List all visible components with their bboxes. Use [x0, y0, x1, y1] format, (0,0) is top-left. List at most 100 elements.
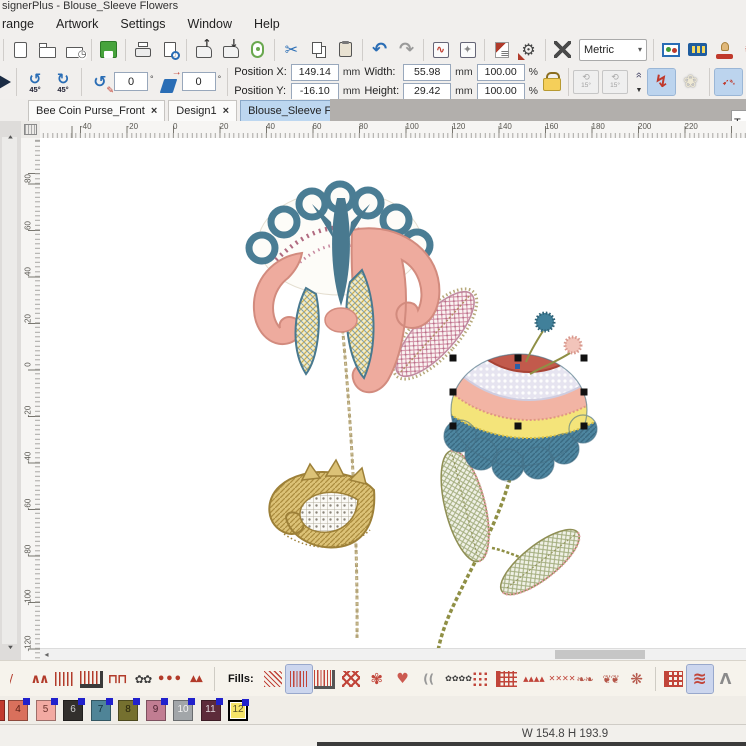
btn-tools-icon[interactable] — [549, 37, 576, 63]
rotate-ccw-15-button[interactable]: 15° — [573, 70, 599, 94]
btn-design-properties-icon[interactable] — [515, 37, 542, 63]
btn-fill-arc-icon[interactable] — [416, 665, 442, 693]
btn-redo-icon[interactable] — [393, 37, 420, 63]
btn-needle-tool-icon[interactable] — [713, 665, 739, 693]
btn-fill-cross-icon[interactable] — [546, 665, 572, 693]
btn-triangle-outline-icon[interactable] — [183, 665, 209, 693]
btn-fill-triangle-icon[interactable] — [520, 665, 546, 693]
btn-fill-scroll-icon[interactable] — [598, 665, 624, 693]
btn-blanket-outline-icon[interactable] — [104, 665, 130, 693]
zigzag-stitch-button[interactable] — [648, 69, 675, 95]
btn-print-icon[interactable] — [129, 37, 156, 63]
rotate-cw-45-button[interactable]: 45° — [49, 68, 77, 96]
btn-fill-rosette-icon[interactable] — [364, 665, 390, 693]
btn-fill-grid-icon[interactable] — [494, 665, 520, 693]
chevron-up-icon[interactable] — [636, 69, 642, 81]
design-canvas[interactable] — [40, 138, 746, 648]
thread-swatch-4[interactable]: 4 — [8, 700, 28, 721]
lock-proportions-icon[interactable] — [542, 71, 562, 93]
thread-swatch-12[interactable]: 12 — [228, 700, 248, 721]
btn-zigzag-outline-icon[interactable] — [26, 665, 52, 693]
rotate-cw-15-button[interactable]: 15° — [602, 70, 628, 94]
motif-scatter-button[interactable] — [715, 69, 742, 95]
scroll-up-icon[interactable] — [0, 129, 21, 143]
btn-read-from-machine-icon[interactable] — [217, 37, 244, 63]
menu-settings[interactable]: Settings — [109, 15, 176, 34]
height-input[interactable]: 29.42 — [403, 83, 451, 100]
menu-help[interactable]: Help — [243, 15, 291, 34]
btn-hoop-icon[interactable] — [244, 37, 271, 63]
position-x-input[interactable]: 149.14 — [291, 64, 339, 81]
btn-flat-lines-tool-icon[interactable] — [739, 665, 746, 693]
drop-arrow-icon[interactable] — [636, 83, 643, 95]
tab-bee-coin-purse-front[interactable]: Bee Coin Purse_Front× — [28, 100, 165, 121]
btn-fill-texture-icon[interactable] — [624, 665, 650, 693]
rotate-ccw-label: 45° — [29, 85, 40, 94]
thread-swatch-5[interactable]: 5 — [36, 700, 56, 721]
btn-dot-outline-icon[interactable] — [156, 665, 183, 693]
tab-design1[interactable]: Design1× — [168, 100, 237, 121]
close-icon[interactable]: × — [223, 105, 229, 117]
scale-y-input[interactable]: 100.00 — [477, 83, 525, 100]
rotate-angle-input[interactable]: 0 — [114, 72, 148, 91]
btn-zigzag-tool-icon[interactable] — [687, 665, 713, 693]
scrollbar-thumb[interactable] — [555, 650, 645, 659]
menu-artwork[interactable]: Artwork — [45, 15, 109, 34]
btn-open-recent-icon[interactable] — [61, 37, 88, 63]
btn-print-preview-icon[interactable] — [156, 37, 183, 63]
btn-outline-partial-icon[interactable] — [0, 665, 26, 693]
sage-leaf-right[interactable] — [492, 519, 589, 605]
btn-fill-paisley-icon[interactable] — [572, 665, 598, 693]
btn-fill-heart-icon[interactable] — [390, 665, 416, 693]
btn-copy-icon[interactable] — [305, 37, 332, 63]
free-rotate-icon[interactable] — [86, 68, 114, 96]
btn-cut-icon[interactable] — [278, 37, 305, 63]
scale-x-input[interactable]: 100.00 — [477, 64, 525, 81]
btn-satin-outline-icon[interactable] — [52, 665, 78, 693]
btn-portrait-icon[interactable] — [657, 37, 684, 63]
thread-swatch-7[interactable]: 7 — [91, 700, 111, 721]
scroll-left-icon[interactable] — [40, 649, 53, 660]
btn-satin-block-outline-icon[interactable] — [78, 665, 104, 693]
thread-swatch-8[interactable]: 8 — [118, 700, 138, 721]
btn-lattice-tool-icon[interactable] — [661, 665, 687, 693]
close-icon[interactable]: × — [151, 105, 157, 117]
ruler-origin-button[interactable] — [21, 121, 41, 139]
flower-motif-button[interactable] — [677, 69, 704, 95]
btn-save-design-icon[interactable] — [95, 37, 122, 63]
btn-embroidery-library-icon[interactable] — [684, 37, 711, 63]
thread-swatch-9[interactable]: 9 — [146, 700, 166, 721]
position-y-input[interactable]: -16.10 — [291, 83, 339, 100]
menu-window[interactable]: Window — [177, 15, 243, 34]
btn-write-to-machine-icon[interactable] — [190, 37, 217, 63]
btn-insert-embroidery-icon[interactable] — [427, 37, 454, 63]
btn-open-design-icon[interactable] — [34, 37, 61, 63]
thread-swatch-11[interactable]: 11 — [201, 700, 221, 721]
thread-swatch-6[interactable]: 6 — [63, 700, 83, 721]
btn-fill-dot-grid-icon[interactable] — [468, 665, 494, 693]
rotate-ccw-45-button[interactable]: 45° — [21, 68, 49, 96]
btn-fill-vertical-icon[interactable] — [286, 665, 312, 693]
btn-stamp-icon[interactable] — [711, 37, 738, 63]
btn-paste-icon[interactable] — [332, 37, 359, 63]
btn-insert-artwork-icon[interactable] — [454, 37, 481, 63]
btn-new-document-icon[interactable] — [7, 37, 34, 63]
skew-icon[interactable] — [156, 69, 182, 95]
width-input[interactable]: 55.98 — [403, 64, 451, 81]
btn-color-wheel-icon[interactable] — [738, 37, 746, 63]
btn-fill-vertical-raised-icon[interactable] — [312, 665, 338, 693]
btn-motif-outline-icon[interactable] — [130, 665, 156, 693]
btn-fill-motif-icon[interactable] — [442, 665, 468, 693]
btn-fill-weave-icon[interactable] — [338, 665, 364, 693]
units-dropdown[interactable]: Metric ▾ — [579, 39, 647, 61]
btn-overview-window-icon[interactable] — [488, 37, 515, 63]
gold-leaf[interactable] — [269, 460, 374, 548]
skew-angle-input[interactable]: 0 — [182, 72, 216, 91]
thread-swatch-10[interactable]: 10 — [173, 700, 193, 721]
scroll-down-icon[interactable] — [0, 640, 21, 654]
thread-swatch[interactable] — [0, 700, 5, 721]
btn-undo-icon[interactable] — [366, 37, 393, 63]
pointer-tool-icon[interactable] — [0, 71, 12, 93]
btn-fill-diagonal-icon[interactable] — [260, 665, 286, 693]
menu-range[interactable]: range — [0, 15, 45, 34]
